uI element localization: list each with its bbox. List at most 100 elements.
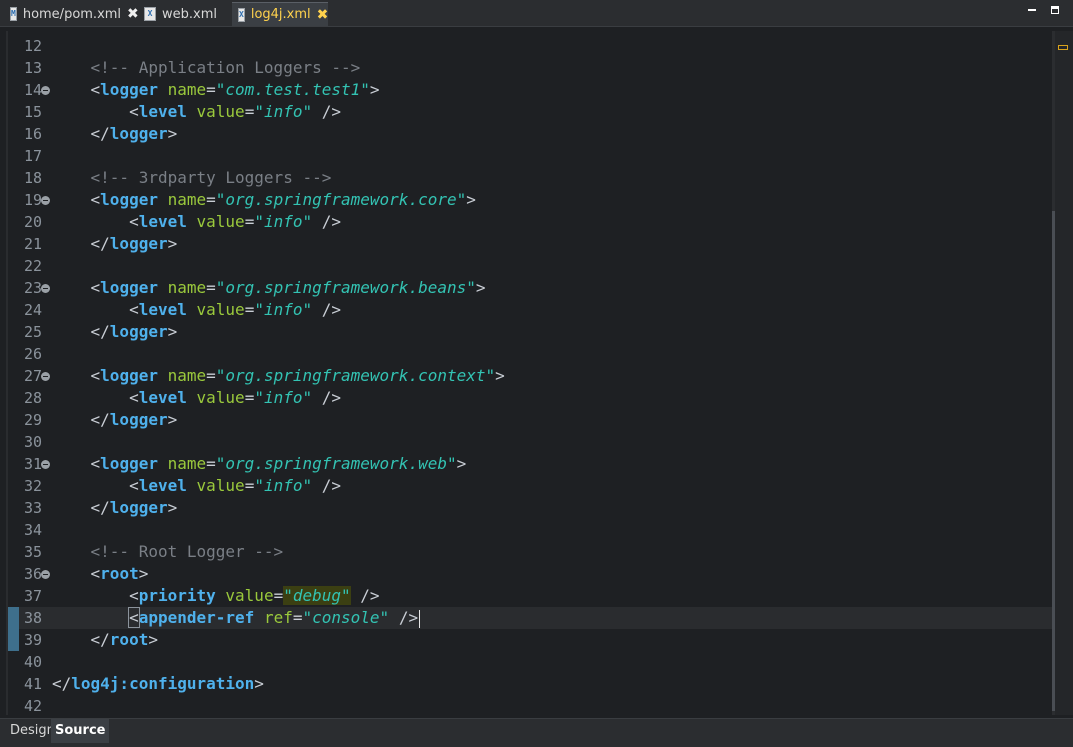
code-token: <!-- Application Loggers --> (52, 58, 361, 77)
source-editor[interactable]: 12 13 <!-- Application Loggers --> 14 <lo… (6, 31, 1053, 715)
code-token: logger (109, 498, 168, 517)
line-number: 29 (23, 411, 42, 429)
code-line[interactable]: 15 <level value="info" /> (6, 101, 1053, 123)
code-token: logger (100, 80, 158, 99)
code-token: <!-- 3rdparty Loggers --> (52, 168, 332, 187)
code-token: "info" (254, 102, 313, 121)
tab-web-xml[interactable]: X web.xml (138, 2, 224, 26)
code-text: <level value="info" /> (52, 299, 341, 321)
code-line[interactable]: 41 </log4j:configuration> (6, 673, 1053, 695)
line-number: 26 (23, 345, 42, 363)
overview-ruler[interactable] (1055, 31, 1073, 715)
code-line[interactable]: 30 (6, 431, 1053, 453)
tab-home-pom-xml[interactable]: M home/pom.xml ✖ (4, 2, 139, 26)
code-token: level (138, 212, 187, 231)
line-number: 19 (23, 191, 42, 209)
code-line[interactable]: 27 <logger name="org.springframework.con… (6, 365, 1053, 387)
code-token: </ (52, 322, 110, 341)
line-number: 14 (23, 81, 42, 99)
code-token: </ (52, 674, 72, 693)
code-line[interactable]: 31 <logger name="org.springframework.web… (6, 453, 1053, 475)
fold-collapse-icon[interactable] (41, 372, 50, 381)
code-token: value (196, 300, 245, 319)
code-token: "info" (254, 212, 313, 231)
code-text: <priority value="debug" /> (52, 585, 380, 607)
editor-tab-bar: M home/pom.xml ✖ X web.xml X log4j.xml ✖ (0, 0, 1073, 27)
fold-collapse-icon[interactable] (41, 196, 50, 205)
code-token: > (167, 234, 178, 253)
tab-log4j-xml[interactable]: X log4j.xml ✖ (232, 2, 328, 26)
code-line[interactable]: 13 <!-- Application Loggers --> (6, 57, 1053, 79)
code-line[interactable]: 26 (6, 343, 1053, 365)
code-line[interactable]: 12 (6, 35, 1053, 57)
code-line[interactable]: 42 (6, 695, 1053, 715)
line-number: 39 (23, 631, 42, 649)
line-number: 35 (23, 543, 42, 561)
code-token: > (148, 630, 158, 649)
line-number: 40 (23, 653, 42, 671)
tab-label: web.xml (162, 6, 217, 22)
code-line[interactable]: 14 <logger name="com.test.test1"> (6, 79, 1053, 101)
fold-collapse-icon[interactable] (41, 460, 50, 469)
code-line[interactable]: 39 </root> (6, 629, 1053, 651)
code-token: value (196, 476, 245, 495)
editor-mode-tabs: Design Source (0, 718, 1073, 747)
minimize-icon[interactable] (1028, 9, 1036, 11)
code-line[interactable]: 19 <logger name="org.springframework.cor… (6, 189, 1053, 211)
code-line[interactable]: 28 <level value="info" /> (6, 387, 1053, 409)
code-line[interactable]: 32 <level value="info" /> (6, 475, 1053, 497)
maven-file-icon: M (10, 7, 17, 21)
code-text: </logger> (52, 497, 178, 519)
code-token: > (466, 190, 476, 209)
code-token: = (206, 454, 216, 473)
code-line[interactable]: 35 <!-- Root Logger --> (6, 541, 1053, 563)
code-line[interactable]: 21 </logger> (6, 233, 1053, 255)
code-line[interactable]: 18 <!-- 3rdparty Loggers --> (6, 167, 1053, 189)
code-line[interactable]: 23 <logger name="org.springframework.bea… (6, 277, 1053, 299)
code-text: </logger> (52, 409, 178, 431)
line-number: 36 (23, 565, 42, 583)
fold-collapse-icon[interactable] (41, 284, 50, 293)
code-token: </ (52, 234, 110, 253)
code-text: </logger> (52, 233, 178, 255)
maximize-icon[interactable] (1051, 6, 1059, 14)
code-token: "console" (302, 608, 390, 627)
xml-file-icon: X (238, 7, 245, 22)
code-token: < (52, 454, 101, 473)
code-line[interactable]: 25 </logger> (6, 321, 1053, 343)
code-line[interactable]: 40 (6, 651, 1053, 673)
code-token: <!-- Root Logger --> (52, 542, 284, 561)
code-token: = (206, 190, 216, 209)
tab-label: log4j.xml (250, 7, 311, 22)
code-line[interactable]: 29 </logger> (6, 409, 1053, 431)
code-line[interactable]: 17 (6, 145, 1053, 167)
code-line[interactable]: 24 <level value="info" /> (6, 299, 1053, 321)
code-line[interactable]: 38 <appender-ref ref="console" /> (6, 607, 1053, 629)
code-line[interactable]: 33 </logger> (6, 497, 1053, 519)
code-token: = (206, 366, 216, 385)
annotation-marker[interactable] (1058, 45, 1068, 50)
code-token: < (52, 212, 139, 231)
code-token: "org.springframework.web" (215, 454, 457, 473)
line-number: 21 (23, 235, 42, 253)
code-line[interactable]: 36 <root> (6, 563, 1053, 585)
close-icon[interactable]: ✖ (317, 8, 329, 22)
code-text: </logger> (52, 321, 178, 343)
fold-collapse-icon[interactable] (41, 86, 50, 95)
code-token: < (52, 278, 101, 297)
code-token: log4j:configuration (71, 674, 255, 693)
code-token: > (167, 322, 178, 341)
code-line[interactable]: 20 <level value="info" /> (6, 211, 1053, 233)
code-token: appender-ref (138, 608, 255, 627)
tab-source[interactable]: Source (51, 719, 110, 743)
code-line[interactable]: 34 (6, 519, 1053, 541)
code-token: "info" (254, 300, 313, 319)
code-line[interactable]: 37 <priority value="debug" /> (6, 585, 1053, 607)
fold-collapse-icon[interactable] (41, 570, 50, 579)
code-line[interactable]: 22 (6, 255, 1053, 277)
code-line[interactable]: 16 </logger> (6, 123, 1053, 145)
line-number: 33 (23, 499, 42, 517)
